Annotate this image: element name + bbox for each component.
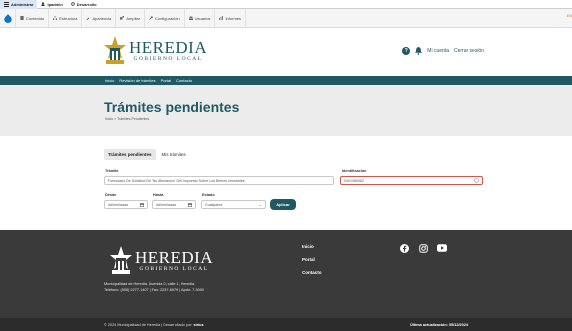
tray-item-configuracion[interactable]: Configuración <box>145 8 185 28</box>
admin-menu-desarrollo[interactable]: Desarrollo <box>67 0 101 9</box>
footer-link-inicio[interactable]: Inicio <box>302 244 322 249</box>
estado-select[interactable]: Cualquiera ⌄ <box>201 200 266 209</box>
admin-menu-administrar[interactable]: Administrar <box>0 0 38 9</box>
footer-address: Municipalidad de Heredia. Avenida 0, cal… <box>104 282 204 292</box>
tray-item-ampliar[interactable]: Ampliar <box>116 8 145 28</box>
admin-menu-user[interactable]: Ipadmin <box>37 0 66 9</box>
hasta-date-input[interactable]: dd/mm/aaaa <box>152 200 196 209</box>
instagram-icon[interactable] <box>418 243 428 253</box>
youtube-icon[interactable] <box>437 243 447 253</box>
user-icon <box>41 2 46 6</box>
calendar-icon[interactable] <box>140 202 144 207</box>
heredia-emblem-icon <box>104 36 126 64</box>
appearance-icon <box>86 17 90 20</box>
footer-logo[interactable]: HEREDIA GOBIERNO LOCAL <box>110 246 213 276</box>
nav-item-inicio[interactable]: Inicio <box>105 78 114 83</box>
tray-item-contenido[interactable]: Contenido <box>16 8 50 28</box>
identificacion-label: Identificación <box>342 169 367 173</box>
chevron-down-icon: ⌄ <box>258 202 262 207</box>
reports-icon <box>219 16 224 20</box>
identificacion-input[interactable]: 0401080962 <box>340 176 483 185</box>
desde-date-input[interactable]: dd/mm/aaaa <box>104 200 148 209</box>
gear-icon <box>71 2 75 6</box>
calendar-icon[interactable] <box>188 202 192 207</box>
header-actions: ? Mi cuenta Cerrar sesión <box>402 47 484 55</box>
extend-icon <box>120 16 125 20</box>
footer-bottom-bar: © 2024 Municipalidad de Heredia | Desarr… <box>0 318 572 331</box>
developer-link[interactable]: sirius <box>193 323 203 327</box>
nav-item-revision-tramites[interactable]: Revisión de trámites <box>119 78 155 83</box>
main-nav: Inicio Revisión de trámites Portal Conta… <box>0 76 572 85</box>
content-icon <box>20 16 24 20</box>
tab-mis-tramites[interactable]: Mis trámites <box>158 149 190 160</box>
help-icon[interactable]: ? <box>402 47 411 55</box>
nav-item-contacto[interactable]: Contacto <box>176 78 192 83</box>
logo-subtitle: GOBIERNO LOCAL <box>133 56 203 62</box>
site-footer: HEREDIA GOBIERNO LOCAL Municipalidad de … <box>0 230 572 318</box>
tramite-select[interactable]: Formulario De Solicitud De 'No Afectació… <box>104 176 334 185</box>
footer-logo-name: HEREDIA <box>135 248 214 267</box>
hasta-label: Hasta <box>153 193 164 197</box>
bell-icon[interactable] <box>415 47 423 55</box>
estado-label: Estado <box>202 193 215 197</box>
drupal-logo-icon[interactable] <box>0 8 16 28</box>
page-title: Trámites pendientes <box>104 99 240 115</box>
facebook-icon[interactable] <box>399 243 409 253</box>
footer-link-contacto[interactable]: Contacto <box>302 270 322 275</box>
logout-link[interactable]: Cerrar sesión <box>454 48 484 54</box>
admin-tray: Contenido Estructura Apariencia Ampliar … <box>0 8 572 28</box>
heredia-emblem-icon <box>110 246 132 274</box>
tramite-label: Trámite <box>105 169 119 173</box>
users-icon <box>188 16 193 20</box>
footer-link-portal[interactable]: Portal <box>302 257 322 262</box>
hamburger-icon <box>4 1 9 7</box>
apply-button[interactable]: Aplicar <box>270 199 296 210</box>
copyright-text: © 2024 Municipalidad de Heredia | Desarr… <box>104 322 193 327</box>
footer-links: Inicio Portal Contacto <box>302 244 322 275</box>
clear-circle-icon[interactable] <box>474 178 479 183</box>
tab-tramites-pendientes[interactable]: Trámites pendientes <box>104 149 156 160</box>
tray-item-usuarios[interactable]: Usuarios <box>185 8 216 28</box>
tray-item-estructura[interactable]: Estructura <box>49 8 83 28</box>
tray-item-informes[interactable]: Informes <box>215 8 246 28</box>
site-header: HEREDIA GOBIERNO LOCAL ? Mi cuenta Cerra… <box>0 28 572 76</box>
site-logo[interactable]: HEREDIA GOBIERNO LOCAL <box>104 36 207 66</box>
tray-item-apariencia[interactable]: Apariencia <box>82 8 117 28</box>
title-band <box>0 85 572 136</box>
wrench-icon <box>149 16 153 20</box>
logo-name: HEREDIA <box>129 38 208 57</box>
nav-item-portal[interactable]: Portal <box>161 78 171 83</box>
tramites-tabs: Trámites pendientes Mis trámites <box>104 149 190 160</box>
my-account-link[interactable]: Mi cuenta <box>427 48 449 54</box>
structure-icon <box>53 16 58 20</box>
breadcrumb[interactable]: Inicio > Trámites Pendientes <box>105 117 149 121</box>
footer-logo-subtitle: GOBIERNO LOCAL <box>139 266 209 272</box>
desde-label: Desde <box>105 193 117 197</box>
edit-tab[interactable]: Ed <box>567 13 572 18</box>
last-update-text: Última actualización: 05/12/2024 <box>410 322 468 327</box>
social-links <box>399 243 447 253</box>
